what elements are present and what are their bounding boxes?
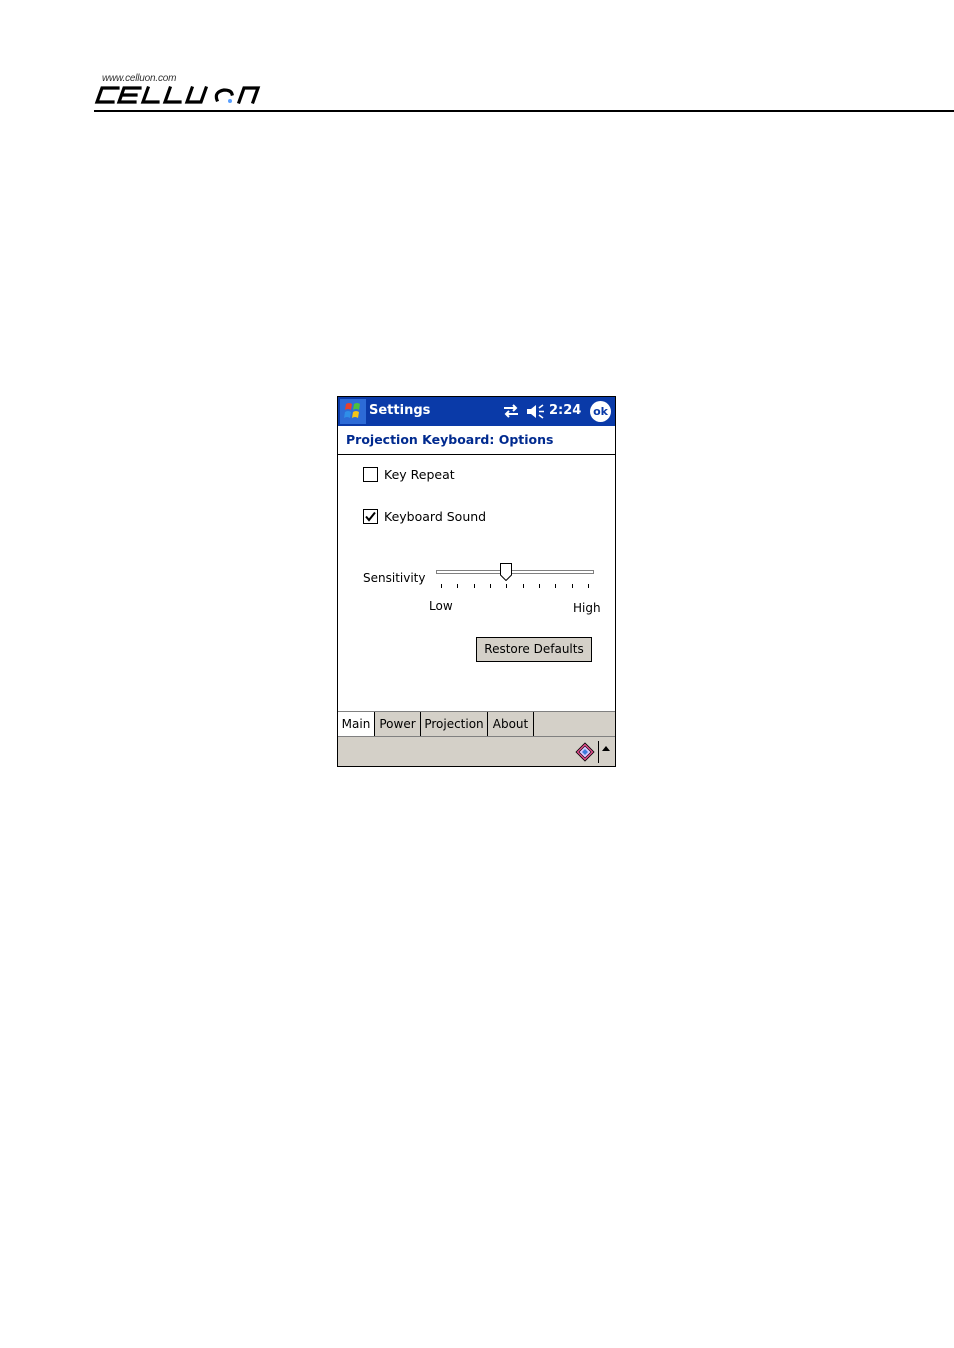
heading-divider [338, 454, 615, 455]
connectivity-icon[interactable] [502, 403, 520, 419]
menu-divider [598, 741, 599, 763]
celluon-logo [94, 85, 261, 105]
windows-start-icon[interactable] [340, 399, 366, 424]
sensitivity-low-label: Low [429, 599, 453, 613]
slider-tick [588, 584, 589, 588]
tab-main[interactable]: Main [338, 712, 375, 736]
tab-projection[interactable]: Projection [421, 712, 488, 736]
slider-tick [571, 584, 573, 588]
logo-url: www.celluon.com [102, 73, 177, 84]
title-bar: Settings 2:24 ok [338, 397, 615, 426]
sensitivity-label: Sensitivity [363, 571, 426, 585]
clock[interactable]: 2:24 [549, 403, 581, 418]
app-title: Settings [369, 403, 431, 418]
slider-tick [441, 584, 442, 588]
tab-about[interactable]: About [488, 712, 534, 736]
slider-tick [490, 584, 491, 588]
page-heading: Projection Keyboard: Options [346, 432, 554, 447]
tab-power[interactable]: Power [375, 712, 421, 736]
slider-tick [522, 584, 524, 588]
slider-tick [473, 584, 475, 588]
ok-button[interactable]: ok [590, 401, 611, 422]
restore-defaults-button[interactable]: Restore Defaults [476, 637, 592, 662]
checkmark-icon [365, 511, 376, 522]
slider-tick [539, 584, 540, 588]
sensitivity-slider-thumb[interactable] [499, 563, 512, 581]
key-repeat-label[interactable]: Key Repeat [384, 467, 455, 482]
keyboard-sound-checkbox[interactable] [363, 509, 378, 524]
sensitivity-slider-track[interactable] [436, 570, 594, 574]
tab-bar: Main Power Projection About [338, 711, 615, 736]
slider-tick [506, 584, 508, 588]
slider-tick [457, 584, 459, 588]
header-divider [94, 110, 954, 112]
menu-bar [338, 736, 615, 766]
pocket-pc-screen: Settings 2:24 ok Projection Keyboard: Op… [337, 396, 616, 767]
slider-tick [555, 584, 557, 588]
key-repeat-checkbox[interactable] [363, 467, 378, 482]
sensitivity-high-label: High [573, 601, 601, 615]
speaker-icon[interactable] [526, 403, 546, 420]
up-arrow-icon[interactable] [602, 746, 610, 751]
keyboard-sound-label[interactable]: Keyboard Sound [384, 509, 486, 524]
document-header: www.celluon.com [94, 70, 954, 112]
keyboard-input-icon[interactable] [574, 740, 596, 762]
